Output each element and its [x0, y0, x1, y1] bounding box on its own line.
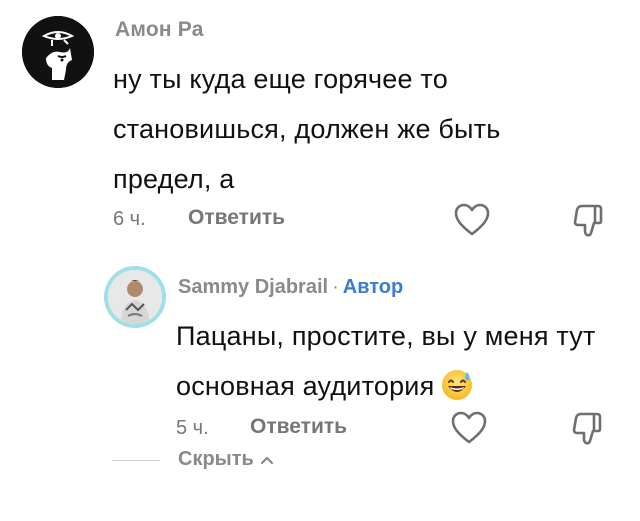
separator-dot: ·	[332, 276, 339, 298]
comments-thread: Амон Ра ну ты куда еще горячее то станов…	[0, 0, 640, 521]
author-badge: Автор	[342, 276, 404, 298]
reply-author[interactable]: Sammy Djabrail	[178, 276, 328, 298]
avatar-amon-ra[interactable]	[22, 16, 94, 88]
divider	[112, 460, 160, 461]
reply-button[interactable]: Ответить	[188, 206, 285, 230]
avatar-photo	[108, 270, 162, 324]
hide-replies-button[interactable]: Скрыть	[178, 448, 276, 471]
thumbs-down-outline-icon[interactable]	[568, 199, 610, 241]
reply-text-container: Пацаны, простите, вы у меня тут основная…	[176, 311, 616, 411]
heart-outline-icon[interactable]	[448, 407, 490, 449]
chevron-up-icon	[260, 456, 273, 464]
reply-text: Пацаны, простите, вы у меня тут основная…	[176, 321, 596, 401]
hide-label: Скрыть	[178, 448, 254, 470]
comment-text: ну ты куда еще горячее то становишься, д…	[113, 64, 501, 194]
comment-author[interactable]: Амон Ра	[115, 18, 204, 42]
avatar-sammy-djabrail[interactable]	[104, 266, 166, 328]
grinning-face-with-sweat-emoji	[440, 368, 474, 402]
heart-outline-icon[interactable]	[451, 199, 493, 241]
reply-timestamp: 5 ч.	[176, 417, 209, 439]
eye-of-horus-avatar-icon	[22, 16, 94, 88]
thumbs-down-outline-icon[interactable]	[567, 407, 609, 449]
comment-timestamp: 6 ч.	[113, 208, 146, 230]
reply-author-line: Sammy Djabrail · Автор	[178, 276, 403, 299]
reply-reply-button[interactable]: Ответить	[250, 415, 347, 439]
